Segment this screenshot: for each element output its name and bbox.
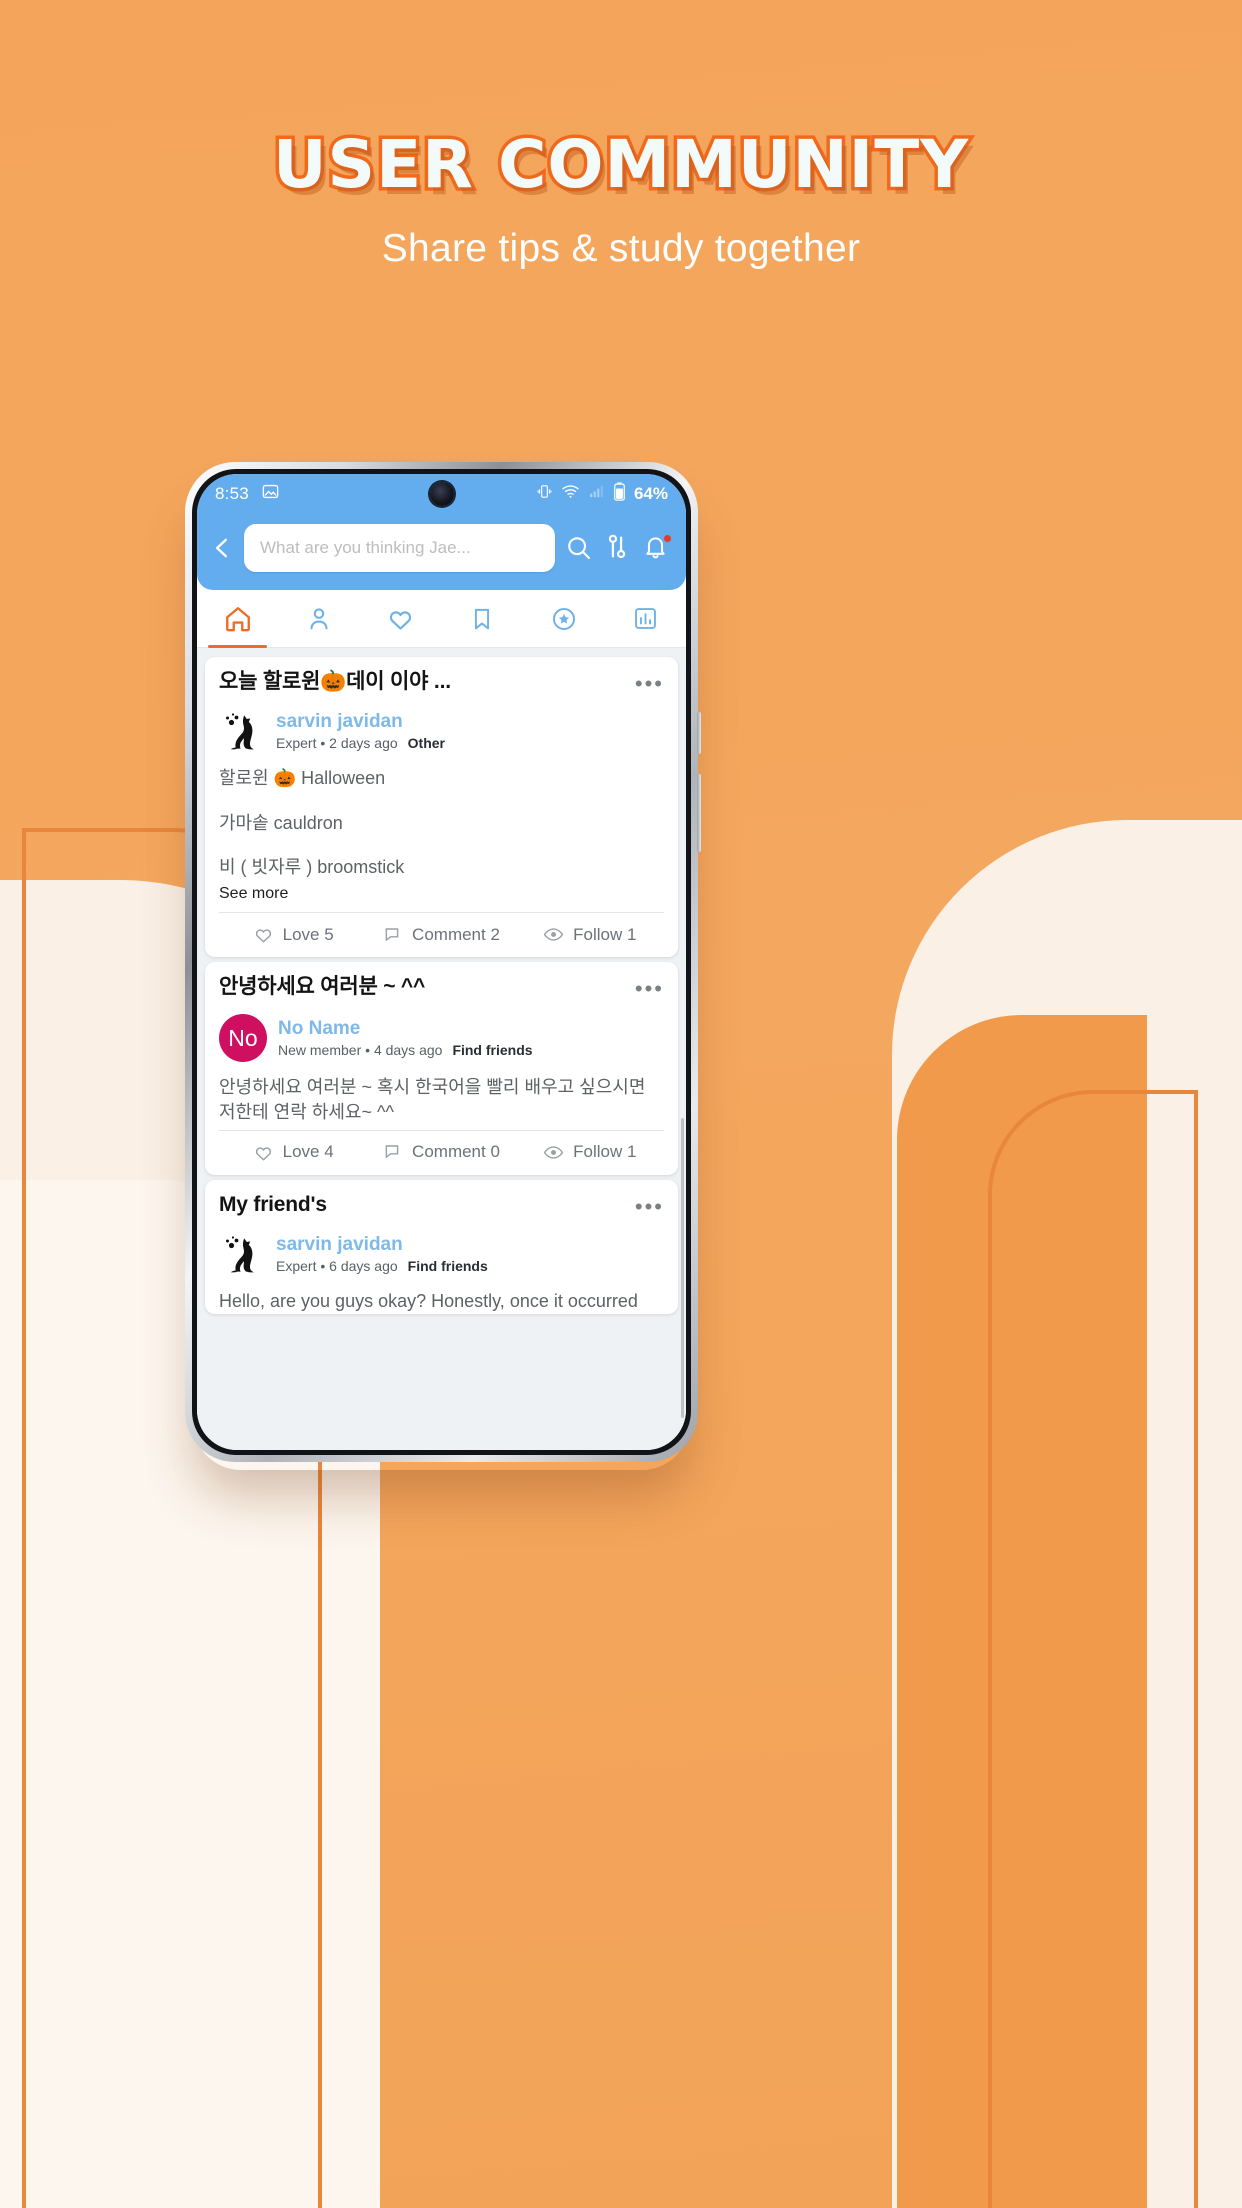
post-author-row: sarvin javidan Expert • 2 days ago Other bbox=[219, 709, 664, 753]
image-icon bbox=[261, 482, 280, 506]
tab-stats[interactable] bbox=[605, 590, 687, 647]
battery-icon bbox=[613, 482, 626, 506]
post-meta-line: New member • 4 days ago Find friends bbox=[278, 1042, 533, 1058]
post-meta-line: Expert • 6 days ago Find friends bbox=[276, 1258, 488, 1274]
post-actions: Love 5 Comment 2 Follow 1 bbox=[219, 912, 664, 957]
tab-likes[interactable] bbox=[360, 590, 442, 647]
promo-headline-block: USER COMMUNITY Share tips & study togeth… bbox=[0, 126, 1242, 271]
tab-saved[interactable] bbox=[442, 590, 524, 647]
phone-volume-button bbox=[697, 712, 701, 754]
post-actions: Love 4 Comment 0 Follow 1 bbox=[219, 1129, 664, 1175]
feed-scrollbar[interactable] bbox=[681, 1118, 684, 1418]
post-rank-time: Expert • 6 days ago bbox=[276, 1258, 398, 1275]
battery-percent: 64% bbox=[633, 484, 668, 503]
love-button[interactable]: Love 5 bbox=[219, 924, 367, 945]
status-time: 8:53 bbox=[215, 484, 249, 503]
post-line: Hello, are you guys okay? Honestly, once… bbox=[219, 1291, 638, 1312]
post-title: 안녕하세요 여러분 ~ ^^ bbox=[219, 975, 426, 999]
signal-icon bbox=[588, 483, 605, 505]
camera-punch-hole bbox=[429, 482, 454, 506]
comment-button[interactable]: Comment 0 bbox=[367, 1142, 515, 1162]
vibrate-icon bbox=[536, 483, 553, 505]
post-tag[interactable]: Other bbox=[408, 735, 445, 751]
phone-mockup: 8:53 64% What are you thinking Jae... 오늘… bbox=[185, 462, 701, 1462]
love-label: Love 4 bbox=[282, 1142, 334, 1162]
post-rank-time: New member • 4 days ago bbox=[278, 1042, 443, 1059]
post-title: My friend's bbox=[219, 1192, 327, 1216]
post-author-meta: sarvin javidan Expert • 6 days ago Find … bbox=[276, 1234, 488, 1274]
follow-label: Follow 1 bbox=[573, 1142, 637, 1162]
tune-sliders-icon[interactable] bbox=[603, 533, 633, 563]
app-header bbox=[197, 514, 686, 590]
more-options-icon[interactable]: ••• bbox=[635, 974, 664, 1000]
more-options-icon[interactable]: ••• bbox=[635, 1192, 664, 1218]
promo-subtitle: Share tips & study together bbox=[381, 227, 861, 271]
avatar[interactable]: No bbox=[219, 1014, 267, 1063]
notification-bell-icon[interactable] bbox=[642, 533, 672, 563]
post-rank-time: Expert • 2 days ago bbox=[276, 735, 398, 752]
phone-frame: 8:53 64% What are you thinking Jae... 오늘… bbox=[185, 462, 701, 1462]
phone-screen: 8:53 64% What are you thinking Jae... 오늘… bbox=[197, 474, 686, 1450]
promo-title: USER COMMUNITY bbox=[269, 126, 971, 203]
post-tag[interactable]: Find friends bbox=[452, 1042, 532, 1058]
post-body: 할로윈 🎃 Halloween 가마솥 cauldron 비 ( 빗자루 ) b… bbox=[219, 766, 664, 903]
status-bar-right: 64% bbox=[536, 482, 668, 506]
tab-featured[interactable] bbox=[523, 590, 605, 647]
status-bar: 8:53 64% bbox=[197, 474, 686, 514]
post-body: 안녕하세요 여러분 ~ 혹시 한국어을 빨리 배우고 싶으시면 저한테 연락 하… bbox=[219, 1075, 664, 1124]
follow-button[interactable]: Follow 1 bbox=[516, 1142, 664, 1163]
post-tag[interactable]: Find friends bbox=[408, 1258, 488, 1274]
post-body: Hello, are you guys okay? Honestly, once… bbox=[219, 1289, 664, 1313]
phone-power-button bbox=[697, 774, 701, 852]
post-card[interactable]: My friend's ••• sarvin javidan Expert • … bbox=[205, 1179, 678, 1314]
post-feed[interactable]: 오늘 할로윈🎃데이 이야 ... ••• sarvin javidan Expe… bbox=[197, 648, 686, 1450]
post-card[interactable]: 안녕하세요 여러분 ~ ^^ ••• No No Name New member… bbox=[205, 962, 678, 1175]
post-author-name[interactable]: sarvin javidan bbox=[276, 1234, 488, 1256]
post-line: 가마솥 cauldron bbox=[219, 812, 343, 833]
tab-profile[interactable] bbox=[279, 590, 361, 647]
post-author-meta: sarvin javidan Expert • 2 days ago Other bbox=[276, 711, 445, 751]
follow-button[interactable]: Follow 1 bbox=[516, 924, 664, 945]
notification-badge-dot bbox=[663, 534, 672, 543]
post-title: 오늘 할로윈🎃데이 이야 ... bbox=[219, 670, 451, 693]
comment-label: Comment 2 bbox=[412, 924, 500, 944]
post-header: 오늘 할로윈🎃데이 이야 ... ••• bbox=[219, 669, 664, 695]
avatar[interactable] bbox=[219, 1232, 265, 1276]
post-line: 안녕하세요 여러분 ~ 혹시 한국어을 빨리 배우고 싶으시면 저한테 연락 하… bbox=[219, 1077, 646, 1122]
phone-bezel: 8:53 64% What are you thinking Jae... 오늘… bbox=[192, 469, 691, 1455]
love-label: Love 5 bbox=[282, 924, 334, 944]
post-author-row: No No Name New member • 4 days ago Find … bbox=[219, 1014, 664, 1063]
post-author-row: sarvin javidan Expert • 6 days ago Find … bbox=[219, 1232, 664, 1276]
back-chevron-icon[interactable] bbox=[209, 535, 235, 561]
love-button[interactable]: Love 4 bbox=[219, 1142, 367, 1163]
post-header: 안녕하세요 여러분 ~ ^^ ••• bbox=[219, 974, 664, 1000]
wifi-icon bbox=[561, 482, 580, 506]
post-header: My friend's ••• bbox=[219, 1192, 664, 1218]
post-line: 할로윈 🎃 Halloween bbox=[219, 768, 386, 789]
post-line: 비 ( 빗자루 ) broomstick bbox=[219, 856, 405, 877]
post-author-name[interactable]: No Name bbox=[278, 1018, 533, 1040]
comment-button[interactable]: Comment 2 bbox=[367, 925, 515, 945]
tab-home[interactable] bbox=[197, 590, 279, 648]
see-more-link[interactable]: See more bbox=[219, 885, 664, 903]
search-field-wrapper[interactable] bbox=[244, 524, 555, 572]
more-options-icon[interactable]: ••• bbox=[635, 669, 664, 695]
follow-label: Follow 1 bbox=[573, 924, 637, 944]
post-card[interactable]: 오늘 할로윈🎃데이 이야 ... ••• sarvin javidan Expe… bbox=[205, 657, 678, 958]
decor-outline-right bbox=[988, 1090, 1198, 2208]
search-input[interactable] bbox=[260, 538, 539, 558]
post-meta-line: Expert • 2 days ago Other bbox=[276, 735, 445, 751]
search-icon[interactable] bbox=[564, 533, 594, 563]
feed-tab-bar bbox=[197, 590, 686, 648]
post-author-meta: No Name New member • 4 days ago Find fri… bbox=[278, 1018, 533, 1058]
post-author-name[interactable]: sarvin javidan bbox=[276, 711, 445, 733]
status-bar-left: 8:53 bbox=[215, 482, 280, 506]
comment-label: Comment 0 bbox=[412, 1142, 500, 1162]
avatar[interactable] bbox=[219, 709, 265, 753]
